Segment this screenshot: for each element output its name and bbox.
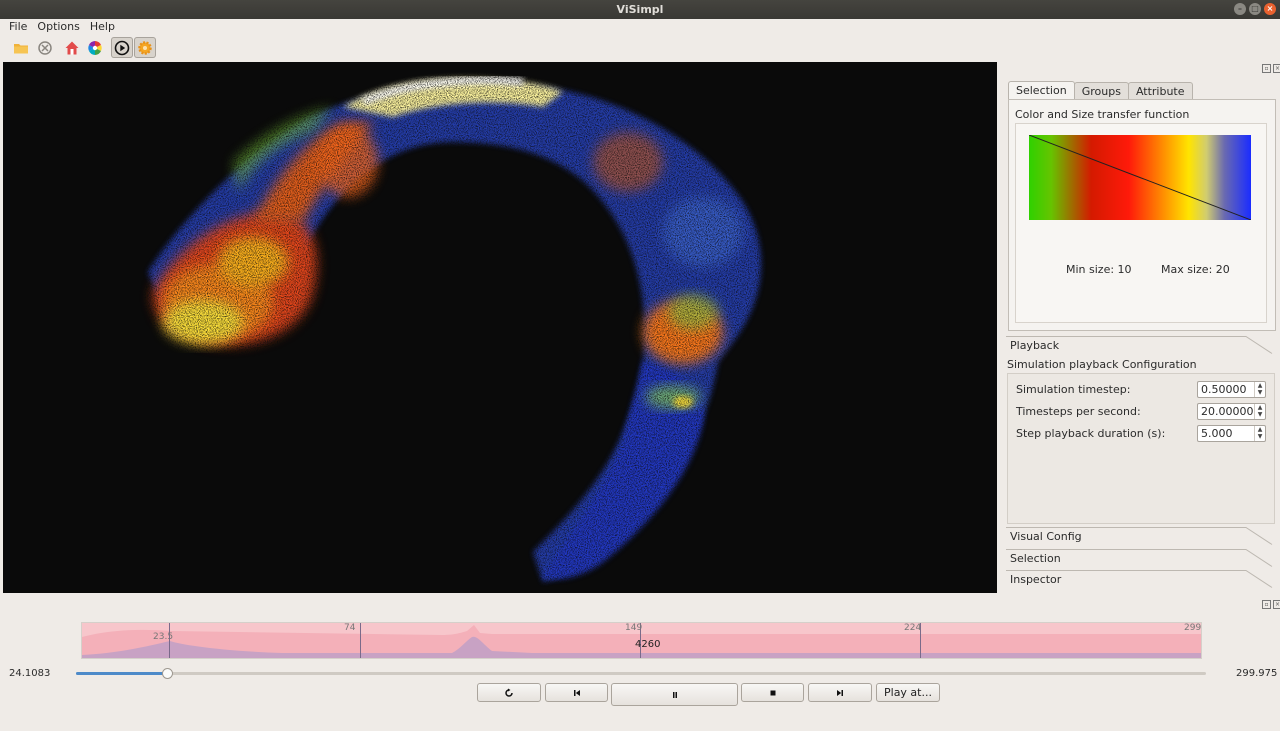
toolbar: [0, 35, 1280, 60]
dock-close-icon[interactable]: ×: [1273, 64, 1280, 73]
color-palette-icon[interactable]: [84, 37, 106, 58]
timeline-tick-label: 224: [904, 623, 922, 633]
playback-config-group: Simulation timestep: 0.50000 ▲ ▼ Timestep…: [1007, 373, 1275, 524]
timeline-tick-label: 74: [344, 623, 356, 633]
pause-icon: [672, 691, 677, 698]
playback-slider-handle[interactable]: [162, 668, 174, 679]
close-window-icon[interactable]: ×: [1264, 3, 1276, 15]
close-data-icon[interactable]: [34, 37, 56, 58]
section-visual-config-header[interactable]: Visual Config: [1006, 527, 1274, 547]
menu-bar: File Options Help: [0, 19, 1280, 35]
simulation-3d-view[interactable]: [3, 62, 997, 593]
end-time-label: 299.975: [1236, 668, 1278, 679]
step-duration-spinbox[interactable]: 5.000 ▲ ▼: [1197, 425, 1266, 442]
open-folder-icon[interactable]: [10, 37, 32, 58]
current-time-label: 24.1083: [9, 668, 51, 679]
min-size-label: Min size: 10: [1066, 263, 1132, 276]
section-playback-label: Playback: [1010, 339, 1060, 352]
maximize-window-icon[interactable]: □: [1249, 3, 1261, 15]
stop-icon: [770, 690, 775, 695]
timeline-tick-label: 149: [625, 623, 643, 633]
playback-slider-fill: [76, 672, 167, 675]
stop-button[interactable]: [741, 683, 804, 702]
timesteps-per-second-row: Timesteps per second: 20.00000 ▲ ▼: [1016, 403, 1266, 420]
tab-groups[interactable]: Groups: [1073, 82, 1129, 100]
right-panel-tabs: Selection Groups Attribute: [1008, 81, 1193, 100]
window-titlebar: ViSimpl – □ ×: [0, 0, 1280, 19]
step-duration-row: Step playback duration (s): 5.000 ▲ ▼: [1016, 425, 1266, 442]
section-playback-header[interactable]: Playback: [1006, 336, 1274, 356]
menu-options[interactable]: Options: [32, 19, 84, 35]
playback-config-title: Simulation playback Configuration: [1007, 358, 1197, 371]
section-selection-header[interactable]: Selection: [1006, 549, 1274, 569]
timeline-value-label: 4260: [635, 639, 661, 650]
step-duration-label: Step playback duration (s):: [1016, 427, 1166, 440]
selection-tab-pane: Color and Size transfer function Min siz…: [1008, 99, 1276, 331]
restart-button[interactable]: [477, 683, 541, 702]
activity-histogram[interactable]: 23.5 74 149 224 299 4260: [81, 622, 1202, 659]
section-selection-label: Selection: [1010, 552, 1061, 565]
timeline-marker: [360, 623, 361, 658]
max-size-label: Max size: 20: [1161, 263, 1230, 276]
timestep-label: Simulation timestep:: [1016, 383, 1131, 396]
playback-play-icon[interactable]: [111, 37, 133, 58]
home-camera-icon[interactable]: [61, 37, 83, 58]
previous-step-button[interactable]: [545, 683, 608, 702]
section-inspector-label: Inspector: [1010, 573, 1062, 586]
timesteps-per-second-label: Timesteps per second:: [1016, 405, 1141, 418]
timeline-tick-label: 23.5: [153, 632, 174, 642]
transfer-function-editor[interactable]: Min size: 10 Max size: 20: [1015, 123, 1267, 323]
restart-icon: [505, 688, 513, 697]
spinbox-arrows-icon[interactable]: ▲ ▼: [1254, 426, 1265, 441]
dock-float-icon[interactable]: ▫: [1262, 600, 1271, 609]
tab-attribute[interactable]: Attribute: [1127, 82, 1193, 100]
tab-selection[interactable]: Selection: [1008, 81, 1075, 100]
skip-forward-icon: [837, 689, 843, 696]
timestep-spinbox[interactable]: 0.50000 ▲ ▼: [1197, 381, 1266, 398]
transfer-function-gradient[interactable]: [1029, 135, 1251, 220]
transfer-function-title: Color and Size transfer function: [1015, 108, 1190, 121]
skip-back-icon: [573, 689, 580, 696]
menu-file[interactable]: File: [0, 19, 32, 35]
timeline-tick-label: 299: [1184, 623, 1202, 633]
play-at-button[interactable]: Play at...: [876, 683, 940, 702]
menu-help[interactable]: Help: [85, 19, 120, 35]
spinbox-arrows-icon[interactable]: ▲ ▼: [1254, 382, 1265, 397]
spinbox-arrows-icon[interactable]: ▲ ▼: [1254, 404, 1265, 419]
settings-cog-icon[interactable]: [134, 37, 156, 58]
section-visual-config-label: Visual Config: [1010, 530, 1082, 543]
playback-slider[interactable]: [76, 668, 1206, 679]
section-inspector-header[interactable]: Inspector: [1006, 570, 1274, 590]
next-step-button[interactable]: [808, 683, 872, 702]
timestep-row: Simulation timestep: 0.50000 ▲ ▼: [1016, 381, 1266, 398]
minimize-window-icon[interactable]: –: [1234, 3, 1246, 15]
window-title: ViSimpl: [616, 3, 664, 16]
timesteps-per-second-spinbox[interactable]: 20.00000 ▲ ▼: [1197, 403, 1266, 420]
dock-close-icon[interactable]: ×: [1273, 600, 1280, 609]
dock-float-icon[interactable]: ▫: [1262, 64, 1271, 73]
neuron-point-cloud: [148, 76, 762, 582]
pause-button[interactable]: [611, 683, 738, 706]
